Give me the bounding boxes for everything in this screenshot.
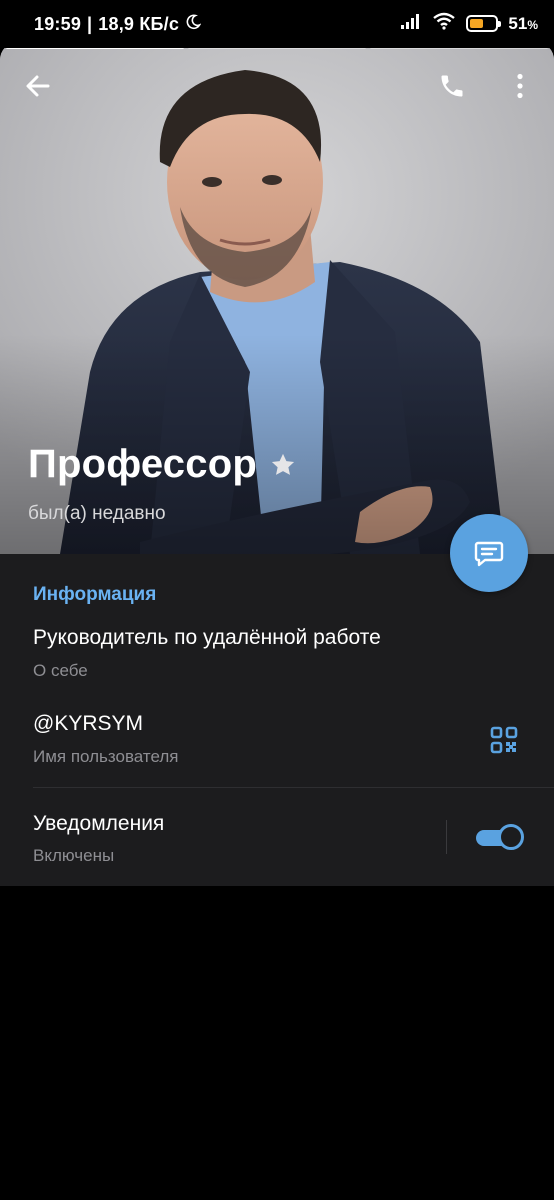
info-panel: Информация Руководитель по удалённой раб…	[0, 554, 554, 886]
vertical-separator	[446, 820, 447, 854]
signal-icon	[400, 13, 422, 34]
battery-percent: 51	[508, 13, 528, 33]
qr-code-icon	[490, 726, 518, 754]
last-seen-status: был(а) недавно	[28, 503, 166, 524]
bio-value: Руководитель по удалённой работе	[33, 626, 381, 649]
profile-name-block: Профессор был(а) недавно	[28, 442, 297, 525]
qr-code-button[interactable]	[484, 720, 524, 760]
section-title-info: Информация	[33, 584, 157, 605]
more-vertical-icon	[517, 73, 523, 99]
notifications-state: Включены	[33, 846, 115, 865]
status-time: 19:59	[34, 14, 82, 34]
battery-icon	[466, 15, 502, 32]
notifications-title: Уведомления	[33, 812, 165, 835]
profile-name: Профессор	[28, 442, 257, 486]
status-separator: |	[87, 14, 93, 34]
username-label: Имя пользователя	[33, 747, 179, 766]
moon-icon	[185, 14, 202, 35]
toggle-knob	[498, 824, 524, 850]
top-actions	[0, 62, 554, 110]
status-right: 51%	[400, 12, 538, 35]
profile-photo-header[interactable]: Профессор был(а) недавно	[0, 42, 554, 554]
arrow-left-icon	[26, 75, 50, 97]
status-left: 19:59 | 18,9 КБ/с	[34, 14, 202, 35]
send-message-button[interactable]	[450, 514, 528, 592]
name-row: Профессор	[28, 442, 297, 487]
more-button[interactable]	[496, 62, 544, 110]
notifications-toggle[interactable]	[476, 824, 524, 850]
bio-label: О себе	[33, 661, 88, 680]
back-button[interactable]	[14, 62, 62, 110]
star-icon	[271, 453, 295, 475]
message-icon	[474, 541, 504, 567]
status-network-speed: 18,9 КБ/с	[98, 14, 180, 34]
battery-level	[470, 19, 483, 28]
username-value: @KYRSYM	[33, 712, 144, 735]
battery-text: 51%	[508, 14, 538, 34]
status-bar: 19:59 | 18,9 КБ/с 51%	[0, 0, 554, 48]
phone-icon	[441, 75, 463, 97]
wifi-icon	[432, 12, 456, 35]
battery-unit: %	[527, 17, 538, 32]
call-button[interactable]	[428, 62, 476, 110]
divider	[33, 787, 554, 788]
